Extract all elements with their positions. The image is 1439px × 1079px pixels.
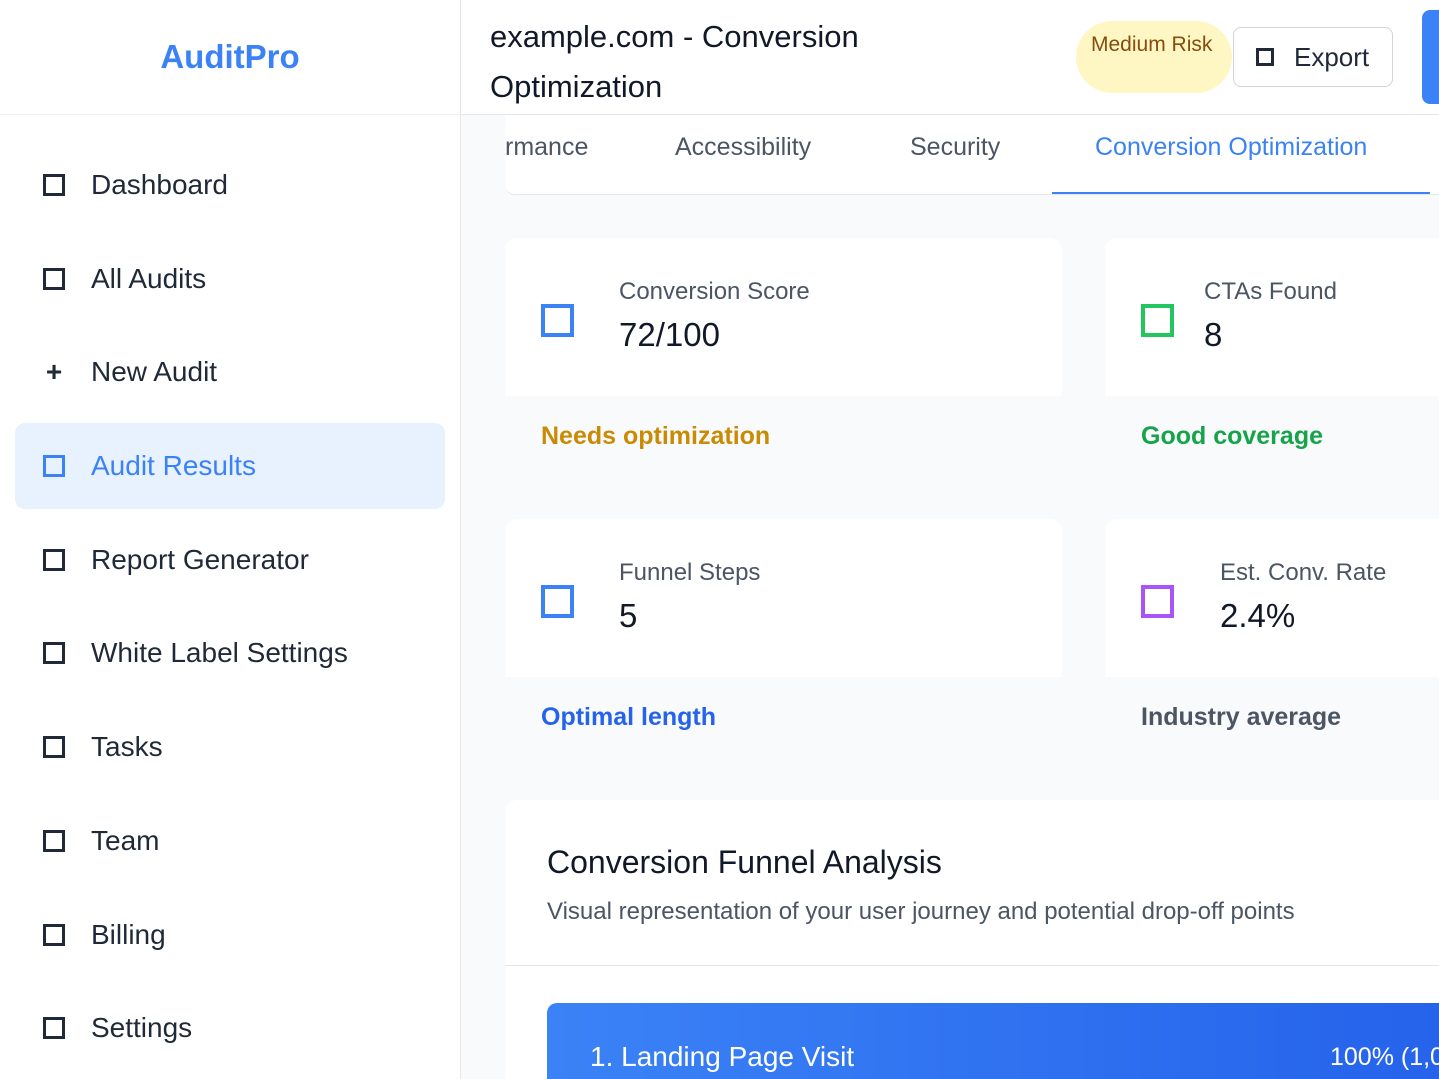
sidebar-item-label: New Audit <box>91 356 218 388</box>
square-icon <box>43 174 65 196</box>
brand-logo[interactable]: AuditPro <box>0 0 460 115</box>
square-icon <box>541 585 574 618</box>
sidebar-item-tasks[interactable]: Tasks <box>15 704 445 790</box>
stat-label: Est. Conv. Rate <box>1220 559 1387 586</box>
sidebar-item-audit-results[interactable]: Audit Results <box>15 423 445 510</box>
audit-tabs: rmance Accessibility Security Conversion… <box>505 115 1439 195</box>
stat-label: CTAs Found <box>1204 278 1337 305</box>
sidebar-item-label: Billing <box>91 918 166 950</box>
stat-card-funnel-steps: Funnel Steps 5 Optimal length <box>505 519 1062 799</box>
export-button[interactable]: Export <box>1233 27 1393 87</box>
sidebar-item-settings[interactable]: Settings <box>15 985 445 1071</box>
tab-performance[interactable]: rmance <box>505 115 588 194</box>
export-label: Export <box>1294 41 1370 72</box>
sidebar-item-new-audit[interactable]: + New Audit <box>15 329 445 415</box>
stat-card-ctas-found: CTAs Found 8 Good coverage <box>1105 238 1439 518</box>
divider <box>505 965 1439 966</box>
sidebar-item-label: White Label Settings <box>91 637 348 669</box>
square-icon <box>1141 585 1174 618</box>
tab-security[interactable]: Security <box>910 115 1000 194</box>
stat-note: Needs optimization <box>541 422 771 450</box>
square-icon <box>43 548 65 571</box>
tab-conversion-optimization[interactable]: Conversion Optimization <box>1052 115 1430 194</box>
sidebar: AuditPro Dashboard All Audits + New Audi… <box>0 0 461 1079</box>
stat-note: Good coverage <box>1141 422 1323 450</box>
sidebar-item-label: Audit Results <box>91 450 256 482</box>
square-icon <box>43 267 65 290</box>
page-header: example.com - Conversion Optimization Me… <box>461 0 1439 115</box>
sidebar-item-team[interactable]: Team <box>15 798 445 884</box>
square-icon <box>43 642 65 665</box>
funnel-title: Conversion Funnel Analysis <box>547 844 942 880</box>
primary-action-button[interactable] <box>1422 10 1439 104</box>
stat-note: Industry average <box>1141 703 1342 731</box>
sidebar-nav: Dashboard All Audits + New Audit Audit R… <box>15 142 445 1079</box>
square-icon <box>1141 304 1174 337</box>
stat-value: 2.4% <box>1220 597 1296 634</box>
sidebar-item-dashboard[interactable]: Dashboard <box>15 142 445 228</box>
funnel-step[interactable]: 1. Landing Page Visit 100% (1,0 <box>547 1003 1439 1079</box>
sidebar-item-label: Team <box>91 824 160 856</box>
stat-label: Conversion Score <box>619 278 810 305</box>
stat-value: 5 <box>619 597 638 634</box>
page-title: example.com - Conversion Optimization <box>490 19 859 104</box>
square-icon <box>43 1017 65 1040</box>
sidebar-item-label: Report Generator <box>91 543 309 575</box>
sidebar-item-label: All Audits <box>91 262 207 294</box>
square-icon <box>43 829 65 852</box>
sidebar-item-report-generator[interactable]: Report Generator <box>15 517 445 603</box>
stat-card-est-conv-rate: Est. Conv. Rate 2.4% Industry average <box>1105 519 1439 799</box>
square-icon <box>43 455 65 478</box>
funnel-step-value: 100% (1,0 <box>1330 1043 1439 1071</box>
sidebar-item-label: Settings <box>91 1012 193 1044</box>
stat-value: 72/100 <box>619 316 720 353</box>
sidebar-item-billing[interactable]: Billing <box>15 892 445 978</box>
stat-value: 8 <box>1204 316 1223 353</box>
funnel-step-label: 1. Landing Page Visit <box>590 1041 855 1072</box>
stat-note: Optimal length <box>541 703 716 731</box>
stat-card-conversion-score: Conversion Score 72/100 Needs optimizati… <box>505 238 1062 518</box>
risk-badge: Medium Risk <box>1076 21 1232 93</box>
tab-accessibility[interactable]: Accessibility <box>675 115 811 194</box>
sidebar-item-white-label-settings[interactable]: White Label Settings <box>15 610 445 696</box>
brand-name: AuditPro <box>160 38 300 75</box>
square-icon <box>43 736 65 759</box>
sidebar-item-label: Tasks <box>91 731 163 763</box>
square-icon <box>1256 48 1274 66</box>
square-icon <box>541 304 574 337</box>
plus-icon: + <box>45 356 63 388</box>
sidebar-item-all-audits[interactable]: All Audits <box>15 236 445 322</box>
stat-label: Funnel Steps <box>619 559 761 586</box>
conversion-funnel-panel: Conversion Funnel Analysis Visual repres… <box>505 800 1439 1079</box>
funnel-subtitle: Visual representation of your user journ… <box>547 898 1295 925</box>
square-icon <box>43 923 65 946</box>
sidebar-item-label: Dashboard <box>91 169 228 200</box>
